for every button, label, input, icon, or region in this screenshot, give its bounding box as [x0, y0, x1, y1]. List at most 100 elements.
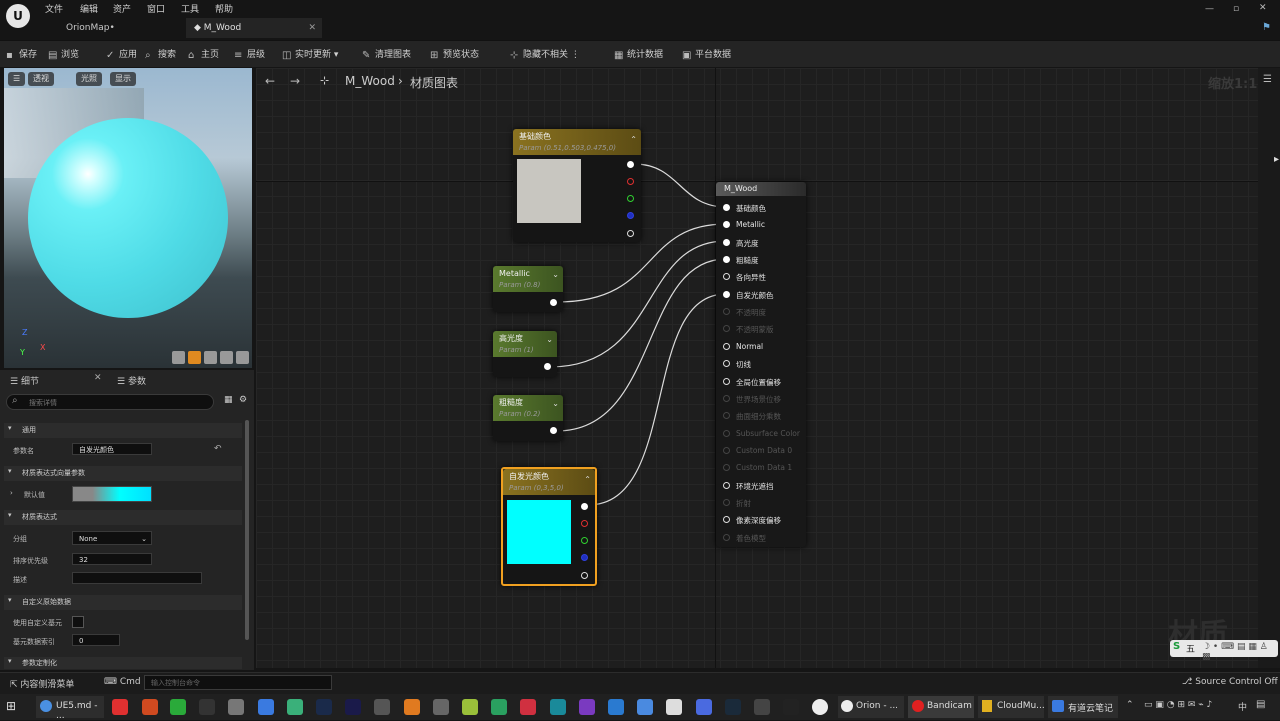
input-pin[interactable] — [723, 221, 730, 229]
start-menu-icon[interactable]: ⊞ — [6, 699, 16, 713]
input-pin[interactable] — [723, 325, 730, 333]
app-green-icon[interactable] — [287, 699, 303, 715]
source-control-button[interactable]: ⎇ Source Control Off — [1182, 677, 1278, 687]
ime-toolbar[interactable]: S 五 ☽ • ⌨ ▤ ▦ ♙ ▩ — [1170, 640, 1278, 662]
arduino-icon[interactable] — [550, 699, 566, 715]
output-pin-row[interactable]: 着色模型 — [716, 532, 806, 544]
taskbar-app-ue5md[interactable]: UE5.md - ... — [36, 696, 104, 721]
input-pin[interactable] — [723, 273, 730, 281]
input-pin[interactable] — [723, 238, 730, 246]
output-pin[interactable] — [544, 363, 551, 370]
obs-icon[interactable] — [433, 699, 449, 715]
blender-icon[interactable] — [404, 699, 420, 715]
output-pin-row[interactable]: Custom Data 1 — [716, 462, 806, 474]
input-pin[interactable] — [723, 360, 730, 368]
output-pin-row[interactable]: 高光度 — [716, 237, 806, 249]
camera-icon[interactable] — [228, 699, 244, 715]
node-material-output[interactable]: M_Wood 基础颜色 Metallic 高光度 粗糙度 各向异性 自发光颜色 不透明度 不透… — [716, 182, 806, 547]
content-drawer-button[interactable]: ⇱ 内容侧滑菜单 — [10, 677, 74, 690]
taskbar-app-bandicam[interactable]: Bandicam — [908, 696, 974, 718]
output-pin-rgb[interactable] — [581, 503, 588, 510]
output-pin-row[interactable]: Metallic — [716, 219, 806, 231]
taskbar-app-cloudmu[interactable]: CloudMu... — [978, 696, 1045, 718]
notification-center-icon[interactable]: ▤ — [1256, 699, 1265, 710]
node-metallic[interactable]: Metallic Param (0.8) ⌄ — [493, 266, 563, 312]
node-emissive-color[interactable]: 自发光颜色 Param (0,3,5,0) ⌃ — [501, 467, 597, 586]
output-pin-row[interactable]: 不透明度 — [716, 306, 806, 318]
wechat-icon[interactable] — [170, 699, 186, 715]
input-pin[interactable] — [723, 290, 730, 298]
input-pin[interactable] — [723, 342, 730, 350]
input-pin[interactable] — [723, 394, 730, 402]
output-pin-row[interactable]: 粗糙度 — [716, 254, 806, 266]
vscode-icon[interactable] — [608, 699, 624, 715]
git-icon[interactable] — [520, 699, 536, 715]
output-pin[interactable] — [550, 299, 557, 306]
input-pin[interactable] — [723, 516, 730, 524]
collapse-node-icon[interactable]: ⌄ — [552, 399, 559, 408]
live-icon[interactable] — [199, 699, 215, 715]
taskbar-app-youdao[interactable]: 有道云笔记 — [1048, 696, 1118, 718]
console-command-input[interactable]: 输入控制台命令 — [144, 675, 332, 690]
output-pin-b[interactable] — [627, 212, 634, 219]
output-pin-b[interactable] — [581, 554, 588, 561]
collapse-node-icon[interactable]: ⌃ — [584, 475, 591, 484]
taskbar-app-orion[interactable]: Orion - ... — [838, 696, 904, 718]
output-pin-row[interactable]: 全局位置偏移 — [716, 376, 806, 388]
photoshop-icon[interactable] — [316, 699, 332, 715]
output-pin-row[interactable]: 曲面细分乘数 — [716, 410, 806, 422]
app-white-icon[interactable] — [666, 699, 682, 715]
app-indigo-icon[interactable] — [696, 699, 712, 715]
output-pin-r[interactable] — [627, 178, 634, 185]
after-effects-icon[interactable] — [345, 699, 361, 715]
tray-overflow-icon[interactable]: ⌃ — [1126, 700, 1134, 710]
ime-indicator[interactable]: 中 — [1238, 700, 1247, 713]
output-pin-row[interactable]: 折射 — [716, 497, 806, 509]
output-pin-row[interactable]: 基础颜色 — [716, 202, 806, 214]
output-pin-row[interactable]: 环境光遮挡 — [716, 480, 806, 492]
visual-studio-icon[interactable] — [579, 699, 595, 715]
output-pin-r[interactable] — [581, 520, 588, 527]
collapse-node-icon[interactable]: ⌄ — [546, 335, 553, 344]
output-pin-g[interactable] — [627, 195, 634, 202]
input-pin[interactable] — [723, 412, 730, 420]
output-pin-row[interactable]: 自发光颜色 — [716, 289, 806, 301]
output-pin[interactable] — [550, 427, 557, 434]
node-specular[interactable]: 高光度 Param (1) ⌄ — [493, 331, 557, 377]
output-pin-a[interactable] — [581, 572, 588, 579]
netease-music-icon[interactable] — [112, 699, 128, 715]
output-pin-row[interactable]: Custom Data 0 — [716, 445, 806, 457]
steam-icon[interactable] — [725, 699, 741, 715]
input-pin[interactable] — [723, 498, 730, 506]
input-pin[interactable] — [723, 481, 730, 489]
input-pin[interactable] — [723, 533, 730, 541]
cmd-button[interactable]: ⌨ Cmd — [104, 677, 141, 687]
epic-games-icon[interactable] — [783, 699, 799, 715]
input-pin[interactable] — [723, 429, 730, 437]
app-gray-icon[interactable] — [374, 699, 390, 715]
output-pin-row[interactable]: 世界场景位移 — [716, 393, 806, 405]
app-cloud-icon[interactable] — [637, 699, 653, 715]
output-pin-row[interactable]: 像素深度偏移 — [716, 514, 806, 526]
input-pin[interactable] — [723, 377, 730, 385]
output-pin-a[interactable] — [627, 230, 634, 237]
output-pin-row[interactable]: Subsurface Color — [716, 428, 806, 440]
output-pin-row[interactable]: 不透明蒙版 — [716, 323, 806, 335]
collapse-node-icon[interactable]: ⌃ — [630, 135, 637, 144]
app-blue-icon[interactable] — [258, 699, 274, 715]
output-pin-rgb[interactable] — [627, 161, 634, 168]
app-teal-icon[interactable] — [491, 699, 507, 715]
terminal-app-icon[interactable] — [754, 699, 770, 715]
input-pin[interactable] — [723, 256, 730, 264]
output-pin-row[interactable]: Normal — [716, 341, 806, 353]
unreal-taskbar-icon[interactable] — [812, 699, 828, 715]
powerpoint-icon[interactable] — [142, 699, 158, 715]
output-pin-g[interactable] — [581, 537, 588, 544]
input-pin[interactable] — [723, 464, 730, 472]
output-pin-row[interactable]: 切线 — [716, 358, 806, 370]
tray-icons[interactable]: ▭ ▣ ◔ ⊞ ✉ ⌁ ♪ — [1144, 700, 1212, 710]
input-pin[interactable] — [723, 308, 730, 316]
palette-menu-icon[interactable]: ☰ — [1263, 74, 1272, 85]
output-pin-row[interactable]: 各向异性 — [716, 271, 806, 283]
input-pin[interactable] — [723, 204, 730, 211]
